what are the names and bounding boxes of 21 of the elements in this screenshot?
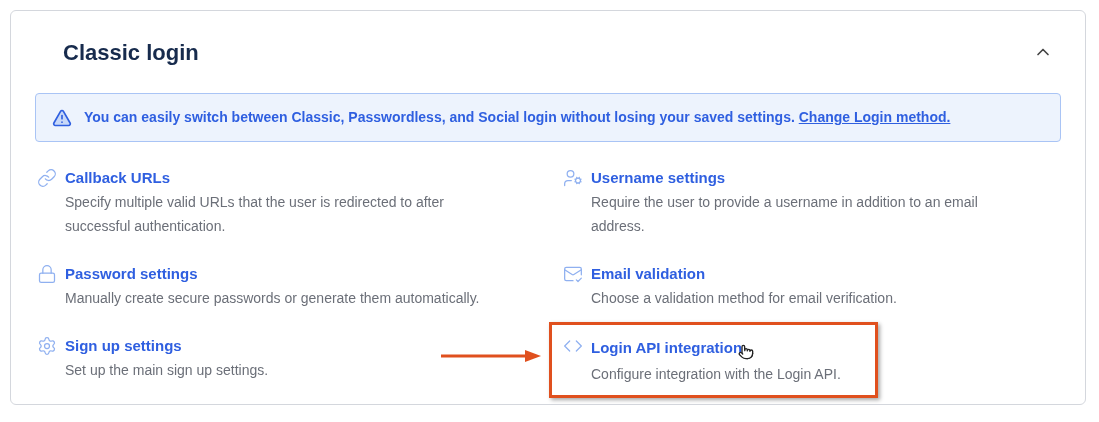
setting-link[interactable]: Email validation <box>591 262 706 286</box>
setting-link[interactable]: Password settings <box>65 262 198 286</box>
warning-icon <box>52 107 72 128</box>
setting-link[interactable]: Username settings <box>591 166 726 190</box>
setting-description: Set up the main sign up settings. <box>65 361 269 380</box>
settings-icon <box>37 336 57 356</box>
setting-link[interactable]: Callback URLs <box>65 166 171 190</box>
envelope-icon <box>563 264 583 284</box>
setting-description: Manually create secure passwords or generate them automatically. <box>65 289 480 308</box>
lock-icon <box>37 264 57 284</box>
setting-link[interactable]: Sign up settings <box>65 334 182 358</box>
setting-description: Specify multiple valid URLs that the user is redirected to after successful authentication. <box>65 193 445 236</box>
setting-description: Require the user to provide a username in addition to an email address. <box>591 193 979 236</box>
setting-description: Configure integration with the Login API. <box>591 365 841 384</box>
section-title: Classic login <box>63 38 199 67</box>
user-gear-icon <box>563 168 583 188</box>
setting-link[interactable]: Login API integration <box>591 336 743 360</box>
change-method-link[interactable]: Change Login method. <box>798 109 951 125</box>
setting-description: Choose a validation method for email verification. <box>591 289 897 308</box>
link-icon <box>37 168 57 188</box>
info-text: You can easily switch between Classic, Passwordless, and Social login without losing your saved settings. Change Login method. <box>84 108 951 127</box>
